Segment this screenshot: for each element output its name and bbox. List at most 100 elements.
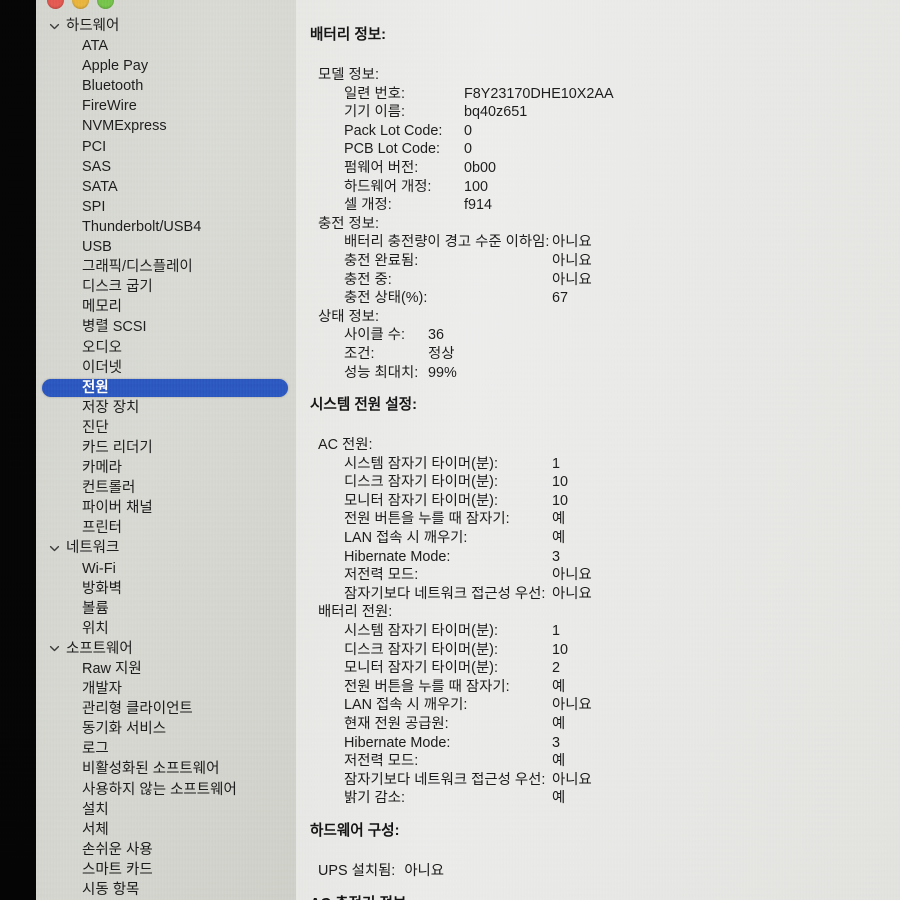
sidebar-item-14[interactable]: 메모리 — [36, 297, 296, 317]
sidebar-item-5[interactable]: NVMExpress — [36, 116, 296, 136]
ac-power-rows: 시스템 잠자기 타이머(분): 1 디스크 잠자기 타이머(분): 10 모니터 잠자기… — [296, 455, 900, 604]
info-row-value: 예 — [552, 678, 566, 695]
chevron-down-icon[interactable] — [48, 20, 61, 33]
info-row-key: 저전력 모드: — [344, 753, 419, 770]
sidebar-item-label: 시동 항목 — [82, 882, 140, 899]
sidebar-item-10[interactable]: Thunderbolt/USB4 — [36, 217, 296, 237]
sidebar-item-13[interactable]: 디스크 굽기 — [36, 277, 296, 297]
sidebar-item-27[interactable]: Wi-Fi — [36, 559, 296, 579]
info-row: 전원 버튼을 누를 때 잠자기: 예 — [296, 678, 900, 697]
sidebar-item-0[interactable]: 하드웨어 — [36, 16, 296, 36]
sidebar-item-39[interactable]: 설치 — [36, 800, 296, 820]
info-row: 시스템 잠자기 타이머(분): 1 — [296, 622, 900, 641]
sidebar-item-21[interactable]: 카드 리더기 — [36, 438, 296, 458]
sidebar-item-36[interactable]: 로그 — [36, 739, 296, 759]
sidebar-item-17[interactable]: 이더넷 — [36, 358, 296, 378]
close-button[interactable] — [47, 0, 64, 9]
info-row: 사이클 수: 36 — [296, 326, 900, 345]
sidebar-item-16[interactable]: 오디오 — [36, 338, 296, 358]
info-row: 배터리 충전량이 경고 수준 이하임: 아니요 — [296, 233, 900, 252]
info-row-key: 전원 버튼을 누를 때 잠자기: — [344, 678, 510, 695]
info-row-value: 67 — [552, 290, 569, 307]
sidebar-item-31[interactable]: 소프트웨어 — [36, 639, 296, 659]
info-row-key: 현재 전원 공급원: — [344, 716, 449, 732]
sidebar-item-43[interactable]: 시동 항목 — [36, 880, 296, 900]
info-row-key: 펌웨어 버전: — [344, 159, 419, 176]
info-row-value: 예 — [552, 530, 566, 547]
sidebar-item-23[interactable]: 컨트롤러 — [36, 478, 296, 498]
info-row-value: 3 — [552, 548, 561, 565]
sidebar-item-label: 메모리 — [82, 299, 123, 316]
section-title-system-power-settings: 시스템 전원 설정: — [310, 397, 417, 414]
selection-highlight — [42, 378, 288, 397]
info-row-key: 시스템 잠자기 타이머(분): — [344, 455, 498, 472]
info-row-key: 충전 완료됨: — [344, 252, 419, 269]
sidebar-item-29[interactable]: 볼륨 — [36, 599, 296, 619]
subsection-title-health-info: 상태 정보: — [318, 308, 379, 325]
info-row: 조건: 정상 — [296, 345, 900, 364]
model-info-rows: 일련 번호: F8Y23170DHE10X2AA 기기 이름: bq40z651 Pac… — [296, 85, 900, 215]
sidebar-item-18[interactable]: 전원 — [36, 378, 296, 398]
sidebar-item-2[interactable]: Apple Pay — [36, 56, 296, 76]
sidebar-item-20[interactable]: 진단 — [36, 418, 296, 438]
info-row-key: 배터리 충전량이 경고 수준 이하임: — [344, 234, 550, 251]
info-row-value: 아니요 — [552, 697, 592, 714]
sidebar-item-12[interactable]: 그래픽/디스플레이 — [36, 257, 296, 277]
sidebar-item-label: 소프트웨어 — [66, 640, 133, 657]
minimize-button[interactable] — [72, 0, 89, 9]
info-row-key: Hibernate Mode: — [344, 734, 451, 751]
info-row-value: 10 — [552, 641, 569, 658]
sidebar-item-28[interactable]: 방화벽 — [36, 579, 296, 599]
sidebar-item-11[interactable]: USB — [36, 237, 296, 257]
info-row-value: 예 — [552, 790, 566, 807]
chevron-down-icon[interactable] — [48, 642, 61, 655]
sidebar-item-9[interactable]: SPI — [36, 197, 296, 217]
sidebar-item-label: FireWire — [82, 98, 137, 115]
sidebar-item-label: USB — [82, 239, 112, 256]
sidebar-item-7[interactable]: SAS — [36, 157, 296, 177]
sidebar-item-24[interactable]: 파이버 채널 — [36, 498, 296, 518]
sidebar-item-30[interactable]: 위치 — [36, 619, 296, 639]
sidebar-item-38[interactable]: 사용하지 않는 소프트웨어 — [36, 780, 296, 800]
info-row: LAN 접속 시 깨우기: 예 — [296, 529, 900, 548]
sidebar-item-label: 위치 — [82, 620, 109, 637]
sidebar-item-label: 디스크 굽기 — [82, 279, 153, 296]
sidebar-item-4[interactable]: FireWire — [36, 96, 296, 116]
info-row-key: 셀 개정: — [344, 197, 392, 214]
zoom-button[interactable] — [97, 0, 114, 9]
info-row-key: 충전 상태(%): — [344, 290, 428, 307]
sidebar-item-8[interactable]: SATA — [36, 177, 296, 197]
sidebar-item-label: NVMExpress — [82, 118, 167, 135]
sidebar-item-42[interactable]: 스마트 카드 — [36, 860, 296, 880]
info-row-value: 2 — [552, 660, 561, 677]
sidebar-item-15[interactable]: 병렬 SCSI — [36, 317, 296, 337]
sidebar-item-32[interactable]: Raw 지원 — [36, 659, 296, 679]
charge-info-rows: 배터리 충전량이 경고 수준 이하임: 아니요 충전 완료됨: 아니요 충전 중: 아니요… — [296, 233, 900, 307]
chevron-down-icon[interactable] — [48, 542, 61, 555]
sidebar-item-1[interactable]: ATA — [36, 36, 296, 56]
sidebar-item-3[interactable]: Bluetooth — [36, 76, 296, 96]
sidebar-item-37[interactable]: 비활성화된 소프트웨어 — [36, 759, 296, 779]
info-row: 전원 버튼을 누를 때 잠자기: 예 — [296, 510, 900, 529]
sidebar-item-41[interactable]: 손쉬운 사용 — [36, 840, 296, 860]
info-row-key: 하드웨어 개정: — [344, 178, 432, 195]
info-row-key: LAN 접속 시 깨우기: — [344, 697, 468, 714]
sidebar-item-22[interactable]: 카메라 — [36, 458, 296, 478]
sidebar-item-6[interactable]: PCI — [36, 137, 296, 157]
info-row-key: Pack Lot Code: — [344, 122, 443, 139]
sidebar-item-26[interactable]: 네트워크 — [36, 538, 296, 558]
sidebar-item-34[interactable]: 관리형 클라이언트 — [36, 699, 296, 719]
sidebar-tree: 하드웨어 ATA Apple Pay Bluetooth FireWire NVMExpr… — [36, 0, 296, 900]
info-row-value: F8Y23170DHE10X2AA — [464, 85, 614, 102]
sidebar-item-19[interactable]: 저장 장치 — [36, 398, 296, 418]
info-row: 모니터 잠자기 타이머(분): 2 — [296, 659, 900, 678]
sidebar-item-label: Apple Pay — [82, 58, 149, 75]
sidebar-item-33[interactable]: 개발자 — [36, 679, 296, 699]
sidebar-item-25[interactable]: 프린터 — [36, 518, 296, 538]
info-row-value: 아니요 — [552, 252, 592, 269]
sidebar-item-35[interactable]: 동기화 서비스 — [36, 719, 296, 739]
sidebar-item-label: PCI — [82, 138, 107, 155]
info-row: 디스크 잠자기 타이머(분): 10 — [296, 641, 900, 660]
info-row: 모니터 잠자기 타이머(분): 10 — [296, 492, 900, 511]
sidebar-item-40[interactable]: 서체 — [36, 820, 296, 840]
